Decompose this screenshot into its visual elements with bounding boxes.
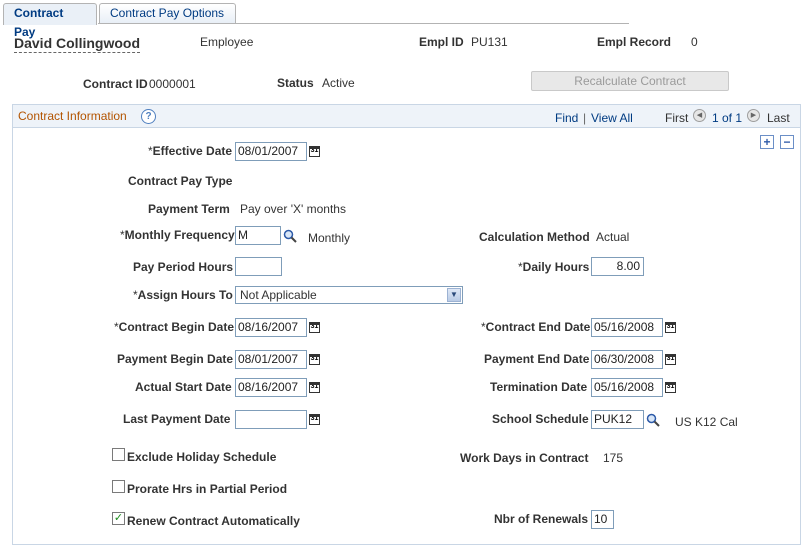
contract-end-date-label: *Contract End Date bbox=[481, 320, 590, 334]
prorate-checkbox[interactable] bbox=[112, 480, 125, 493]
assign-hours-to-select[interactable]: Not Applicable ▼ bbox=[235, 286, 463, 304]
check-mark-icon: ✓ bbox=[113, 512, 124, 524]
payment-end-date-label: Payment End Date bbox=[484, 352, 590, 366]
contract-pay-type-label: Contract Pay Type bbox=[128, 174, 233, 188]
tab-divider bbox=[98, 23, 629, 24]
first-label: First bbox=[665, 111, 689, 125]
work-days-value: 175 bbox=[603, 451, 624, 465]
recalculate-contract-button[interactable]: Recalculate Contract bbox=[531, 71, 729, 91]
calendar-icon[interactable]: 31 bbox=[665, 382, 676, 393]
last-label: Last bbox=[767, 111, 790, 125]
tab-contract-pay[interactable]: Contract Pay bbox=[3, 3, 97, 39]
help-icon[interactable]: ? bbox=[141, 109, 156, 124]
panel-title: Contract Information bbox=[18, 109, 127, 123]
effective-date-label-text: Effective Date bbox=[152, 144, 233, 158]
contract-begin-date-input[interactable]: 08/16/2007 bbox=[235, 318, 307, 337]
pay-period-hours-input[interactable] bbox=[235, 257, 282, 276]
contract-begin-date-label-text: Contract Begin Date bbox=[118, 320, 235, 334]
status-value: Active bbox=[322, 76, 355, 90]
next-row-icon[interactable]: ▶ bbox=[747, 109, 760, 122]
calendar-icon[interactable]: 31 bbox=[309, 322, 320, 333]
contract-end-date-input[interactable]: 05/16/2008 bbox=[591, 318, 663, 337]
last-payment-date-label: Last Payment Date bbox=[123, 412, 231, 426]
chevron-down-icon[interactable]: ▼ bbox=[447, 288, 461, 302]
exclude-holiday-label: Exclude Holiday Schedule bbox=[127, 450, 277, 464]
contract-end-date-label-text: Contract End Date bbox=[485, 320, 591, 334]
empl-record-value: 0 bbox=[691, 35, 698, 49]
monthly-frequency-input[interactable]: M bbox=[235, 226, 281, 245]
payment-begin-date-input[interactable]: 08/01/2007 bbox=[235, 350, 307, 369]
payment-begin-date-label: Payment Begin Date bbox=[117, 352, 234, 366]
contract-begin-date-label: *Contract Begin Date bbox=[114, 320, 234, 334]
empl-id-label: Empl ID bbox=[419, 35, 464, 49]
employee-name: David Collingwood bbox=[14, 35, 140, 53]
calendar-icon[interactable]: 31 bbox=[665, 322, 676, 333]
payment-term-value: Pay over 'X' months bbox=[240, 202, 346, 216]
payment-term-label: Payment Term bbox=[148, 202, 230, 216]
calculation-method-value: Actual bbox=[596, 230, 630, 244]
prorate-label: Prorate Hrs in Partial Period bbox=[127, 482, 288, 496]
daily-hours-input[interactable]: 8.00 bbox=[591, 257, 644, 276]
nav-separator: | bbox=[583, 111, 587, 125]
previous-row-icon[interactable]: ◀ bbox=[693, 109, 706, 122]
last-payment-date-input[interactable] bbox=[235, 410, 307, 429]
monthly-frequency-desc: Monthly bbox=[308, 231, 351, 245]
renew-contract-checkbox[interactable]: ✓ bbox=[112, 512, 125, 525]
delete-row-button[interactable]: − bbox=[780, 135, 794, 149]
nbr-renewals-label: Nbr of Renewals bbox=[494, 512, 589, 526]
nbr-renewals-input[interactable]: 10 bbox=[591, 510, 614, 529]
exclude-holiday-checkbox[interactable] bbox=[112, 448, 125, 461]
calendar-icon[interactable]: 31 bbox=[665, 354, 676, 365]
payment-end-date-input[interactable]: 06/30/2008 bbox=[591, 350, 663, 369]
monthly-frequency-label: *Monthly Frequency bbox=[120, 228, 235, 242]
assign-hours-to-label-text: Assign Hours To bbox=[137, 288, 233, 302]
daily-hours-label-text: Daily Hours bbox=[522, 260, 590, 274]
assign-hours-to-label: *Assign Hours To bbox=[133, 288, 233, 302]
actual-start-date-input[interactable]: 08/16/2007 bbox=[235, 378, 307, 397]
add-row-button[interactable]: + bbox=[760, 135, 774, 149]
calendar-icon[interactable]: 31 bbox=[309, 382, 320, 393]
lookup-icon[interactable] bbox=[283, 229, 297, 243]
monthly-frequency-label-text: Monthly Frequency bbox=[124, 228, 235, 242]
daily-hours-label: *Daily Hours bbox=[518, 260, 589, 274]
work-days-label: Work Days in Contract bbox=[460, 451, 589, 465]
empl-id-value: PU131 bbox=[471, 35, 508, 49]
find-link[interactable]: Find bbox=[555, 111, 578, 125]
effective-date-label: *Effective Date bbox=[148, 144, 232, 158]
calculation-method-label: Calculation Method bbox=[479, 230, 590, 244]
termination-date-label: Termination Date bbox=[490, 380, 588, 394]
row-range: 1 of 1 bbox=[712, 111, 743, 125]
status-label: Status bbox=[277, 76, 314, 90]
calendar-icon[interactable]: 31 bbox=[309, 354, 320, 365]
tab-contract-pay-options[interactable]: Contract Pay Options bbox=[99, 3, 236, 24]
school-schedule-label: School Schedule bbox=[492, 412, 589, 426]
contract-id-value: 0000001 bbox=[149, 77, 196, 91]
termination-date-input[interactable]: 05/16/2008 bbox=[591, 378, 663, 397]
employee-role: Employee bbox=[200, 35, 254, 49]
view-all-link[interactable]: View All bbox=[591, 111, 633, 125]
empl-record-label: Empl Record bbox=[597, 35, 672, 49]
lookup-icon[interactable] bbox=[646, 413, 660, 427]
contract-id-label: Contract ID bbox=[83, 77, 148, 91]
calendar-icon[interactable]: 31 bbox=[309, 414, 320, 425]
school-schedule-desc: US K12 Cal bbox=[675, 415, 738, 429]
calendar-icon[interactable]: 31 bbox=[309, 146, 320, 157]
renew-contract-label: Renew Contract Automatically bbox=[127, 514, 300, 528]
school-schedule-input[interactable]: PUK12 bbox=[591, 410, 644, 429]
assign-hours-to-value: Not Applicable bbox=[240, 288, 317, 302]
actual-start-date-label: Actual Start Date bbox=[135, 380, 232, 394]
pay-period-hours-label: Pay Period Hours bbox=[133, 260, 234, 274]
effective-date-input[interactable]: 08/01/2007 bbox=[235, 142, 307, 161]
